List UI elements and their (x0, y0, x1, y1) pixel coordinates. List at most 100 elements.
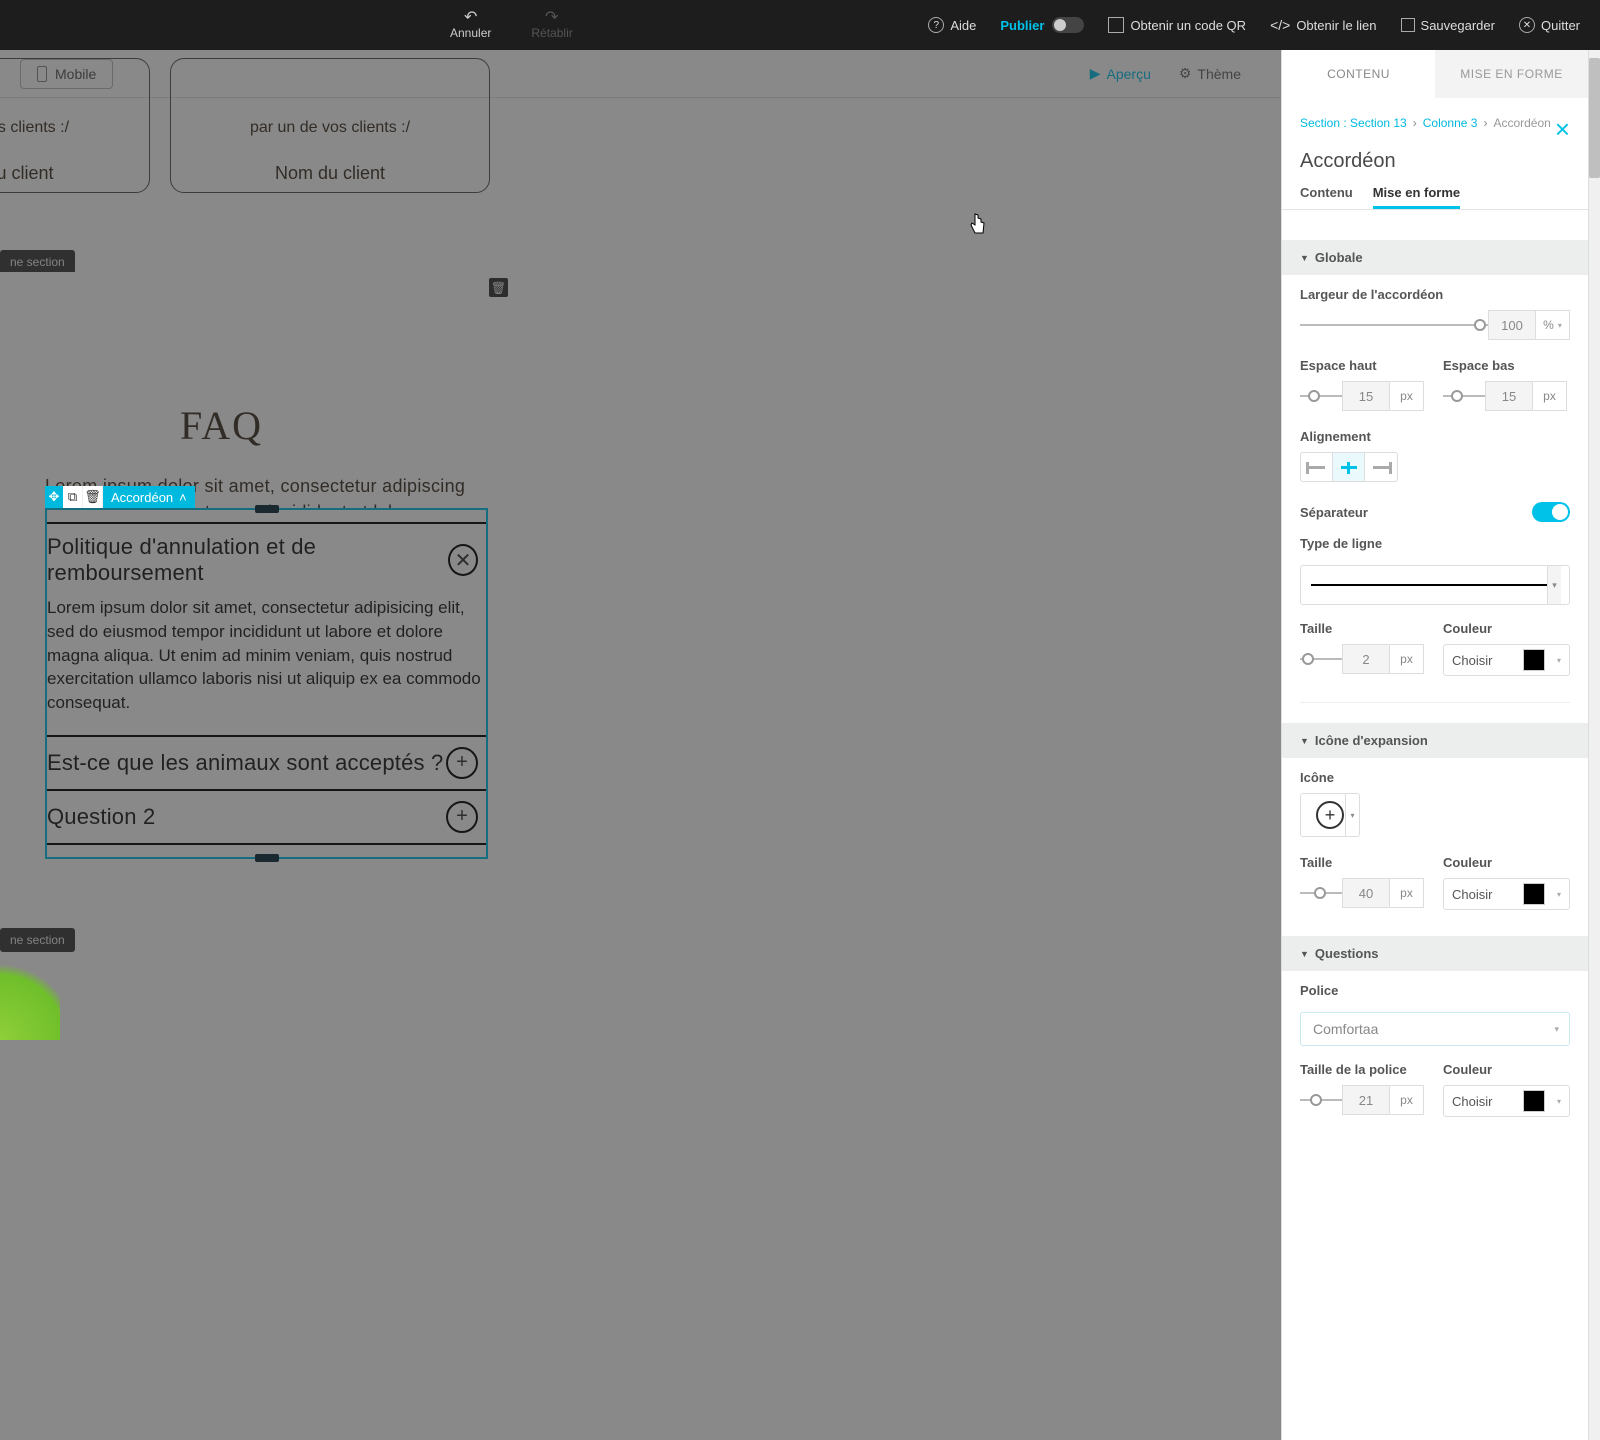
separator-toggle[interactable] (1532, 502, 1570, 522)
font-color-picker[interactable]: Choisir ▾ (1443, 1085, 1570, 1117)
font-label: Police (1300, 983, 1570, 998)
space-bot-label: Espace bas (1443, 358, 1570, 373)
qr-icon (1108, 17, 1124, 33)
duplicate-icon[interactable]: ⧉ (63, 486, 83, 508)
panel-title: Accordéon (1282, 130, 1588, 185)
font-value: Comfortaa (1313, 1021, 1378, 1037)
font-select[interactable]: Comfortaa ▾ (1300, 1012, 1570, 1046)
getlink-button[interactable]: </> Obtenir le lien (1270, 17, 1376, 33)
canvas-dim-overlay (0, 50, 1281, 1440)
redo-button[interactable]: ↶ Rétablir (531, 10, 572, 40)
close-panel-button[interactable]: × (1555, 114, 1570, 145)
undo-icon: ↶ (464, 10, 477, 26)
line-type-select[interactable]: ▾ (1300, 565, 1570, 605)
qr-button[interactable]: Obtenir un code QR (1108, 17, 1246, 33)
undo-button[interactable]: ↶ Annuler (450, 10, 491, 40)
sep-size-slider[interactable] (1300, 649, 1342, 669)
subtab-style[interactable]: Mise en forme (1373, 185, 1460, 209)
align-left-button[interactable] (1301, 453, 1333, 481)
chevron-right-icon: › (1413, 116, 1417, 130)
help-icon: ? (928, 17, 944, 33)
section-icon-label: Icône d'expansion (1315, 733, 1428, 748)
color-swatch (1523, 1090, 1545, 1112)
space-bot-slider[interactable] (1443, 386, 1485, 406)
top-toolbar: ↶ Annuler ↶ Rétablir ? Aide Publier Obte… (0, 0, 1600, 50)
align-right-button[interactable] (1365, 453, 1397, 481)
page-scrollbar[interactable] (1588, 50, 1600, 1440)
redo-icon: ↶ (545, 10, 558, 26)
save-label: Sauvegarder (1421, 18, 1495, 33)
font-color-label: Couleur (1443, 1062, 1570, 1077)
decorative-green-blob (0, 950, 60, 1040)
help-link[interactable]: ? Aide (928, 17, 976, 33)
save-icon (1401, 18, 1415, 32)
undo-label: Annuler (450, 26, 491, 40)
close-icon: ✕ (1519, 17, 1535, 33)
publish-switch[interactable] (1052, 17, 1084, 33)
publish-label: Publier (1000, 18, 1044, 33)
caret-down-icon: ▼ (1300, 736, 1309, 746)
code-icon: </> (1270, 17, 1290, 33)
editor-canvas: Mobile ▶ Aperçu ⚙ Thème vos clients :/ u… (0, 50, 1281, 1440)
section-header-globale[interactable]: ▼ Globale (1282, 240, 1588, 275)
width-unit[interactable]: %▾ (1536, 310, 1570, 340)
space-top-unit: px (1390, 381, 1424, 411)
caret-down-icon: ▼ (1300, 949, 1309, 959)
width-label: Largeur de l'accordéon (1300, 287, 1570, 302)
sep-size-label: Taille (1300, 621, 1427, 636)
tab-mise-en-forme[interactable]: MISE EN FORME (1435, 50, 1588, 98)
icon-size-value[interactable]: 40 (1342, 878, 1390, 908)
separator-label: Séparateur (1300, 505, 1368, 520)
font-size-unit: px (1390, 1085, 1424, 1115)
align-label: Alignement (1300, 429, 1570, 444)
color-swatch (1523, 649, 1545, 671)
quit-label: Quitter (1541, 18, 1580, 33)
accordion-element-tag[interactable]: ✥ ⧉ 🗑 Accordéon ˄ (45, 486, 195, 508)
space-bot-value[interactable]: 15 (1485, 381, 1533, 411)
icon-picker[interactable]: + ▾ (1300, 793, 1360, 837)
line-type-label: Type de ligne (1300, 536, 1570, 551)
quit-button[interactable]: ✕ Quitter (1519, 17, 1580, 33)
choose-label: Choisir (1452, 887, 1492, 902)
publish-toggle[interactable]: Publier (1000, 17, 1084, 33)
save-button[interactable]: Sauvegarder (1401, 18, 1495, 33)
icon-size-unit: px (1390, 878, 1424, 908)
getlink-label: Obtenir le lien (1296, 18, 1376, 33)
space-top-slider[interactable] (1300, 386, 1342, 406)
accordion-tag-label: Accordéon (111, 490, 173, 505)
sep-size-value[interactable]: 2 (1342, 644, 1390, 674)
trash-icon[interactable]: 🗑 (83, 486, 103, 508)
sep-color-label: Couleur (1443, 621, 1570, 636)
section-questions-label: Questions (1315, 946, 1379, 961)
font-size-value[interactable]: 21 (1342, 1085, 1390, 1115)
section-header-icon[interactable]: ▼ Icône d'expansion (1282, 723, 1588, 758)
space-bot-unit: px (1533, 381, 1567, 411)
space-top-value[interactable]: 15 (1342, 381, 1390, 411)
width-slider[interactable] (1300, 315, 1488, 335)
align-center-button[interactable] (1333, 453, 1365, 481)
space-top-label: Espace haut (1300, 358, 1427, 373)
dropdown-caret-icon: ▾ (1345, 794, 1359, 836)
icon-color-picker[interactable]: Choisir ▾ (1443, 878, 1570, 910)
scrollbar-thumb[interactable] (1589, 58, 1600, 178)
breadcrumb-column[interactable]: Colonne 3 (1423, 116, 1478, 130)
sep-color-picker[interactable]: Choisir ▾ (1443, 644, 1570, 676)
help-label: Aide (950, 18, 976, 33)
tab-contenu[interactable]: CONTENU (1282, 50, 1435, 98)
breadcrumb-section[interactable]: Section : Section 13 (1300, 116, 1407, 130)
alignment-group (1300, 452, 1398, 482)
caret-down-icon: ▼ (1300, 253, 1309, 263)
font-size-slider[interactable] (1300, 1090, 1342, 1110)
move-handle-icon[interactable]: ✥ (45, 486, 63, 508)
section-header-questions[interactable]: ▼ Questions (1282, 936, 1588, 971)
breadcrumb: Section : Section 13 › Colonne 3 › Accor… (1282, 98, 1588, 130)
width-value[interactable]: 100 (1488, 310, 1536, 340)
sep-size-unit: px (1390, 644, 1424, 674)
line-preview (1311, 584, 1559, 586)
icon-label: Icône (1300, 770, 1570, 785)
subtab-contenu[interactable]: Contenu (1300, 185, 1353, 209)
icon-color-label: Couleur (1443, 855, 1570, 870)
icon-size-slider[interactable] (1300, 883, 1342, 903)
divider (1300, 702, 1570, 703)
font-size-label: Taille de la police (1300, 1062, 1427, 1077)
